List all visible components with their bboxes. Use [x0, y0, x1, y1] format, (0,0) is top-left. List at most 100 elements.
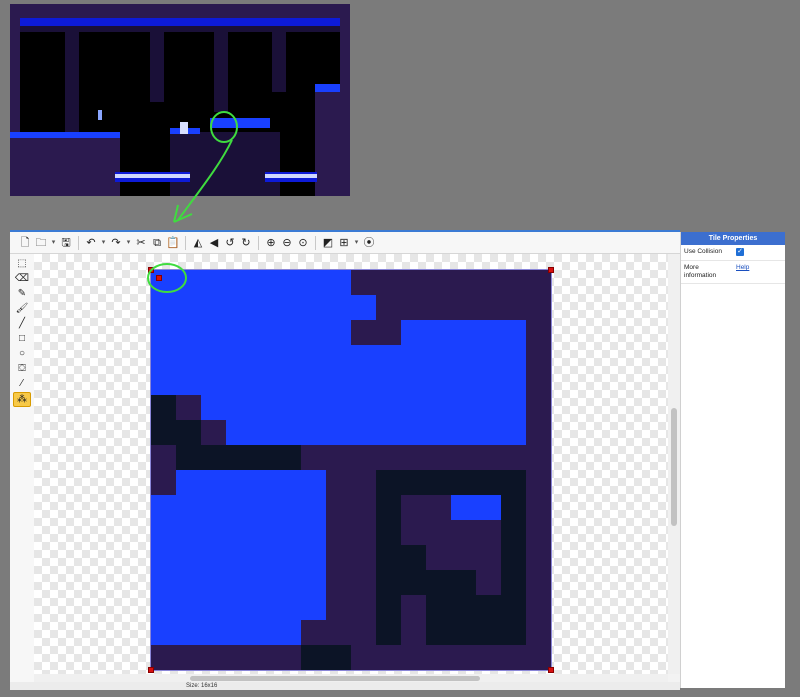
tile-pixel[interactable] — [351, 470, 376, 495]
tile-pixel[interactable] — [301, 345, 326, 370]
tile-pixel[interactable] — [376, 470, 401, 495]
tile-pixel[interactable] — [376, 520, 401, 545]
tile-pixel[interactable] — [526, 320, 551, 345]
tile-pixel[interactable] — [501, 395, 526, 420]
tile-pixel[interactable] — [251, 320, 276, 345]
tile-pixel[interactable] — [401, 320, 426, 345]
tile-pixel[interactable] — [301, 645, 326, 670]
tile-pixel[interactable] — [501, 545, 526, 570]
tile-pixel[interactable] — [226, 570, 251, 595]
tile-pixel[interactable] — [476, 295, 501, 320]
tile-pixel[interactable] — [426, 295, 451, 320]
tile-pixel[interactable] — [501, 520, 526, 545]
tile-pixel[interactable] — [351, 270, 376, 295]
tile-pixel[interactable] — [226, 370, 251, 395]
tile-pixel[interactable] — [526, 270, 551, 295]
tile-pixel[interactable] — [326, 520, 351, 545]
tile-pixel[interactable] — [226, 620, 251, 645]
tile-pixel[interactable] — [351, 495, 376, 520]
tile-pixel[interactable] — [151, 470, 176, 495]
tile-pixel[interactable] — [176, 420, 201, 445]
tile-pixel[interactable] — [401, 395, 426, 420]
tile-pixel[interactable] — [476, 420, 501, 445]
tile-pixel[interactable] — [476, 270, 501, 295]
new-file-icon[interactable]: 🗋 — [18, 235, 32, 251]
tile-pixel[interactable] — [451, 420, 476, 445]
tile-pixel[interactable] — [301, 520, 326, 545]
tile-pixel[interactable] — [201, 645, 226, 670]
zoom-reset-icon[interactable]: ⊙ — [296, 235, 310, 251]
tile-pixel[interactable] — [301, 370, 326, 395]
tile-pixel[interactable] — [176, 570, 201, 595]
tile-pixel[interactable] — [176, 445, 201, 470]
tile-pixel[interactable] — [151, 395, 176, 420]
tile-pixel[interactable] — [376, 595, 401, 620]
line-icon[interactable]: ╱ — [14, 317, 30, 330]
tile-pixel[interactable] — [251, 520, 276, 545]
tile-pixel[interactable] — [526, 470, 551, 495]
tile-pixel[interactable] — [376, 495, 401, 520]
tile-pixel[interactable] — [201, 345, 226, 370]
tile-pixel[interactable] — [201, 495, 226, 520]
tile-pixel[interactable] — [451, 495, 476, 520]
tile-pixel[interactable] — [376, 320, 401, 345]
tile-pixel[interactable] — [226, 645, 251, 670]
tile-pixel[interactable] — [276, 595, 301, 620]
tile-pixel[interactable] — [251, 570, 276, 595]
tile-pixel[interactable] — [401, 270, 426, 295]
flip-vertical-icon[interactable]: ◀ — [207, 235, 221, 251]
vertical-scrollbar[interactable] — [668, 254, 680, 674]
tile-pixel[interactable] — [451, 345, 476, 370]
tile-pixel[interactable] — [526, 520, 551, 545]
tile-pixel[interactable] — [251, 395, 276, 420]
tile-pixel[interactable] — [526, 445, 551, 470]
tile-pixel[interactable] — [426, 545, 451, 570]
tile-pixel[interactable] — [426, 620, 451, 645]
tile-pixel[interactable] — [301, 595, 326, 620]
tile-pixel[interactable] — [326, 645, 351, 670]
tile-pixel[interactable] — [176, 270, 201, 295]
tile-pixel[interactable] — [451, 445, 476, 470]
tile-pixel[interactable] — [426, 595, 451, 620]
tile-pixel[interactable] — [351, 520, 376, 545]
tile-pixel[interactable] — [426, 470, 451, 495]
tile-pixel[interactable] — [376, 645, 401, 670]
tile-pixel[interactable] — [301, 620, 326, 645]
tile-pixel[interactable] — [476, 495, 501, 520]
zoom-out-icon[interactable]: ⊖ — [280, 235, 294, 251]
collision-tool-icon[interactable]: ⁂ — [13, 392, 31, 407]
tile-pixel[interactable] — [476, 395, 501, 420]
tile-pixel[interactable] — [526, 395, 551, 420]
grid-icon[interactable]: ⊞ — [337, 235, 351, 251]
chevron-down-icon[interactable]: ▾ — [353, 235, 360, 251]
tile-pixel[interactable] — [176, 395, 201, 420]
tile-pixel[interactable] — [526, 345, 551, 370]
rotate-right-icon[interactable]: ↻ — [239, 235, 253, 251]
tile-pixel[interactable] — [201, 595, 226, 620]
vertical-scroll-thumb[interactable] — [671, 408, 677, 526]
tile-pixel[interactable] — [476, 520, 501, 545]
tile-pixel[interactable] — [226, 545, 251, 570]
tile-pixel[interactable] — [251, 270, 276, 295]
tile-pixel[interactable] — [276, 520, 301, 545]
tile-pixel[interactable] — [526, 620, 551, 645]
tile-pixel[interactable] — [476, 470, 501, 495]
tile-pixel[interactable] — [476, 445, 501, 470]
tile-pixel[interactable] — [226, 345, 251, 370]
tile-pixel[interactable] — [151, 370, 176, 395]
tile-pixel[interactable] — [476, 645, 501, 670]
paste-icon[interactable]: 📋 — [166, 235, 180, 251]
tile-pixel[interactable] — [451, 595, 476, 620]
tile-pixel[interactable] — [176, 295, 201, 320]
tile-pixel[interactable] — [451, 620, 476, 645]
tile-pixel[interactable] — [501, 645, 526, 670]
copy-icon[interactable]: ⧉ — [150, 235, 164, 251]
tile-pixel[interactable] — [501, 570, 526, 595]
tile-pixel[interactable] — [426, 370, 451, 395]
resize-handle-top-right[interactable] — [548, 267, 554, 273]
tile-pixel[interactable] — [326, 295, 351, 320]
tile-pixel[interactable] — [376, 270, 401, 295]
tile-pixel[interactable] — [301, 320, 326, 345]
tile-pixel[interactable] — [276, 345, 301, 370]
tile-pixel[interactable] — [451, 395, 476, 420]
